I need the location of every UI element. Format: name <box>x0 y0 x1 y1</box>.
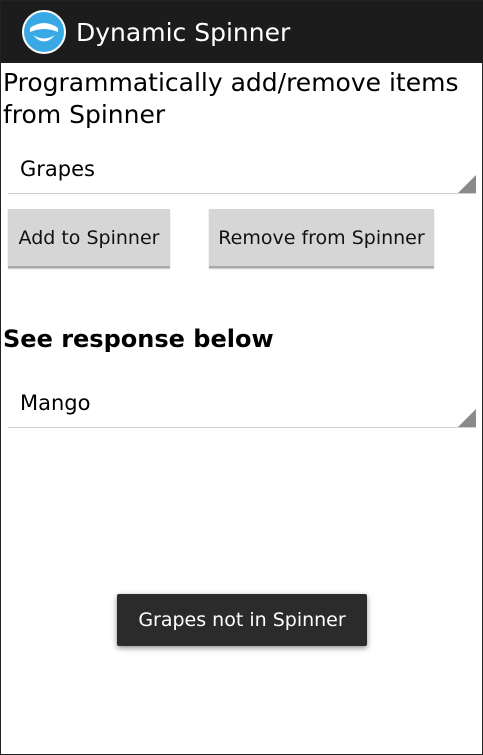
page-heading: Programmatically add/remove items from S… <box>3 68 459 129</box>
toast-message: Grapes not in Spinner <box>117 594 367 646</box>
response-spinner[interactable]: Mango <box>8 383 476 428</box>
app-window: Dynamic Spinner Programmatically add/rem… <box>0 0 483 755</box>
action-bar: Dynamic Spinner <box>1 1 483 63</box>
remove-from-spinner-button[interactable]: Remove from Spinner <box>209 209 434 268</box>
app-title: Dynamic Spinner <box>76 17 291 47</box>
spinner-selected-value: Mango <box>20 391 91 415</box>
add-to-spinner-button[interactable]: Add to Spinner <box>8 209 170 268</box>
spinner-selected-value: Grapes <box>20 157 95 181</box>
app-face-icon[interactable] <box>22 10 66 54</box>
fruit-spinner[interactable]: Grapes <box>8 149 476 194</box>
spinner-dropdown-icon <box>458 175 476 193</box>
response-heading: See response below <box>3 325 274 353</box>
spinner-dropdown-icon <box>458 409 476 427</box>
